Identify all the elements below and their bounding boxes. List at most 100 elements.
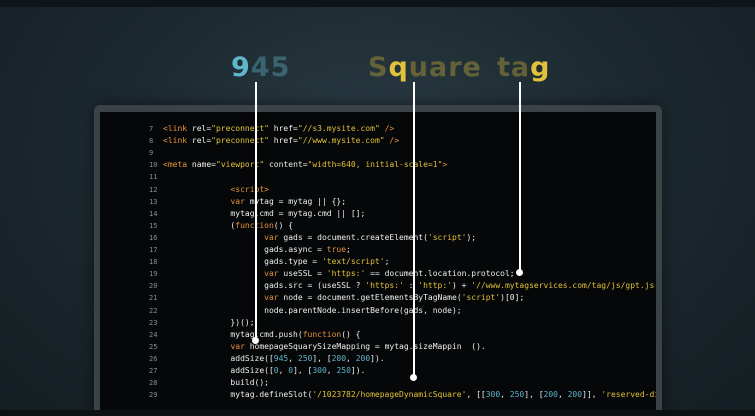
code-token: '//www.mytagservices.com/tag/js/gpt.js' xyxy=(471,281,656,291)
code-token: "width=640, initial-scale=1" xyxy=(307,160,443,170)
code-token: homepageSquarySizeMapping = mytag.sizeMa… xyxy=(249,341,486,351)
code-token: '/1023782/homepageDynamicSquare' xyxy=(312,390,467,400)
code-token: addSize([ xyxy=(163,366,274,375)
code-token: var xyxy=(264,232,284,242)
code-token: == document.location.protocol; xyxy=(365,269,515,279)
callout-square-rest: uare xyxy=(408,52,482,83)
code-token: , xyxy=(278,366,289,375)
line-number: 11 xyxy=(149,173,158,182)
code-token: ); xyxy=(466,232,477,242)
line-number: 9 xyxy=(149,149,154,158)
code-token: 250 xyxy=(297,353,313,363)
code-token: node = document.getElementsByTagName( xyxy=(283,293,462,303)
code-token: gads.type = xyxy=(163,257,322,267)
code-token: href= xyxy=(268,136,298,146)
code-token: gads.async = xyxy=(163,245,327,254)
line-number: 12 xyxy=(149,185,158,194)
code-token: "preconnect" xyxy=(211,124,269,133)
callout-tag-pre: ta xyxy=(497,52,531,83)
line-number: 15 xyxy=(149,221,158,230)
line-number: 26 xyxy=(149,354,158,363)
code-token: mytag.cmd = mytag.cmd || []; xyxy=(163,208,366,218)
code-token: <link xyxy=(163,136,192,146)
pointer-line-square xyxy=(413,82,415,376)
line-number: 17 xyxy=(149,246,158,254)
code-token: mytag = mytag || {}; xyxy=(249,196,347,206)
code-token: /> xyxy=(384,136,400,146)
pointer-line-tag xyxy=(519,82,521,272)
code-token: })(); xyxy=(163,317,255,327)
code-token: /> xyxy=(379,124,395,133)
code-token: mytag.cmd.push( xyxy=(163,329,303,339)
code-line: 14 mytag.cmd = mytag.cmd || []; xyxy=(149,208,365,220)
callout-square: Square xyxy=(368,52,482,83)
code-token: name= xyxy=(191,160,216,170)
line-number: 21 xyxy=(149,294,158,303)
code-token: ]). xyxy=(370,353,385,363)
code-token: var xyxy=(264,269,284,279)
line-number: 14 xyxy=(149,209,158,218)
code-line: 23 })(); xyxy=(149,317,255,329)
code-token: node.parentNode.insertBefore(gads, node)… xyxy=(163,305,462,315)
code-line: 17 gads.async = true; xyxy=(149,244,351,256)
code-token: () { xyxy=(341,329,361,339)
code-token: ], [ xyxy=(293,366,313,375)
callout-945-highlight: 9 xyxy=(231,52,251,83)
code-token: var xyxy=(230,341,250,351)
pointer-dot-square xyxy=(410,374,417,381)
code-token: 200 xyxy=(567,390,583,400)
line-number: 22 xyxy=(149,306,158,315)
code-line: 25 var homepageSquarySizeMapping = mytag… xyxy=(149,341,486,353)
code-line: 15 (function() { xyxy=(149,220,293,232)
code-token: 300 xyxy=(485,390,501,400)
bottom-border xyxy=(0,410,755,416)
code-token: useSSL = xyxy=(283,269,327,279)
line-number: 27 xyxy=(149,367,158,375)
line-number: 19 xyxy=(149,270,158,279)
code-line: 22 node.parentNode.insertBefore(gads, no… xyxy=(149,305,462,317)
code-token: 250 xyxy=(509,390,525,400)
callout-square-highlight: q xyxy=(388,52,409,83)
code-token: rel= xyxy=(191,124,212,133)
code-token: 'script' xyxy=(461,293,501,303)
line-number: 18 xyxy=(149,258,158,267)
code-line: 8 <link rel="preconnect" href="//www.mysi… xyxy=(149,135,399,147)
code-token: 'script' xyxy=(427,232,467,242)
code-token: <meta xyxy=(163,160,192,170)
code-token: <script> xyxy=(230,184,269,194)
code-line: 18 gads.type = 'text/script'; xyxy=(149,256,389,268)
line-number: 24 xyxy=(149,330,158,339)
code-token: "preconnect" xyxy=(211,136,269,146)
pointer-line-945 xyxy=(255,82,257,340)
callout-945-rest: 45 xyxy=(250,52,291,83)
code-token: 200 xyxy=(355,353,371,363)
code-token: ) + xyxy=(452,281,472,291)
line-number: 20 xyxy=(149,282,158,291)
callout-square-pre: S xyxy=(368,52,389,83)
code-token: , [[ xyxy=(466,390,486,400)
code-token: ]], xyxy=(582,390,602,400)
code-token: ; xyxy=(346,245,351,254)
code-line: 27 addSize([0, 0], [300, 250]). xyxy=(149,365,365,377)
callout-945: 945 xyxy=(231,52,290,83)
code-token: , xyxy=(288,353,298,363)
code-token: gads = document.createElement( xyxy=(283,232,428,242)
code-token: ; xyxy=(384,257,390,267)
callout-tag-highlight: g xyxy=(530,52,551,83)
line-number: 28 xyxy=(149,379,158,388)
code-line: 20 gads.src = (useSSL ? 'https:' : 'http… xyxy=(149,280,656,292)
code-token: rel= xyxy=(191,136,212,146)
code-token: 300 xyxy=(312,366,327,375)
code-token: var xyxy=(230,196,250,206)
code-token: 'https:' xyxy=(365,281,404,291)
code-token: gads.src = (useSSL ? xyxy=(163,281,366,291)
code-line: 11 xyxy=(149,171,163,183)
code-token: var xyxy=(264,293,284,303)
code-line: 12 <script> xyxy=(149,184,269,196)
code-editor-screen: 7 <link rel="preconnect" href="//s3.mysit… xyxy=(100,112,656,416)
code-token: : xyxy=(403,281,419,291)
code-token: content= xyxy=(264,160,308,170)
code-token: 945 xyxy=(273,353,289,363)
